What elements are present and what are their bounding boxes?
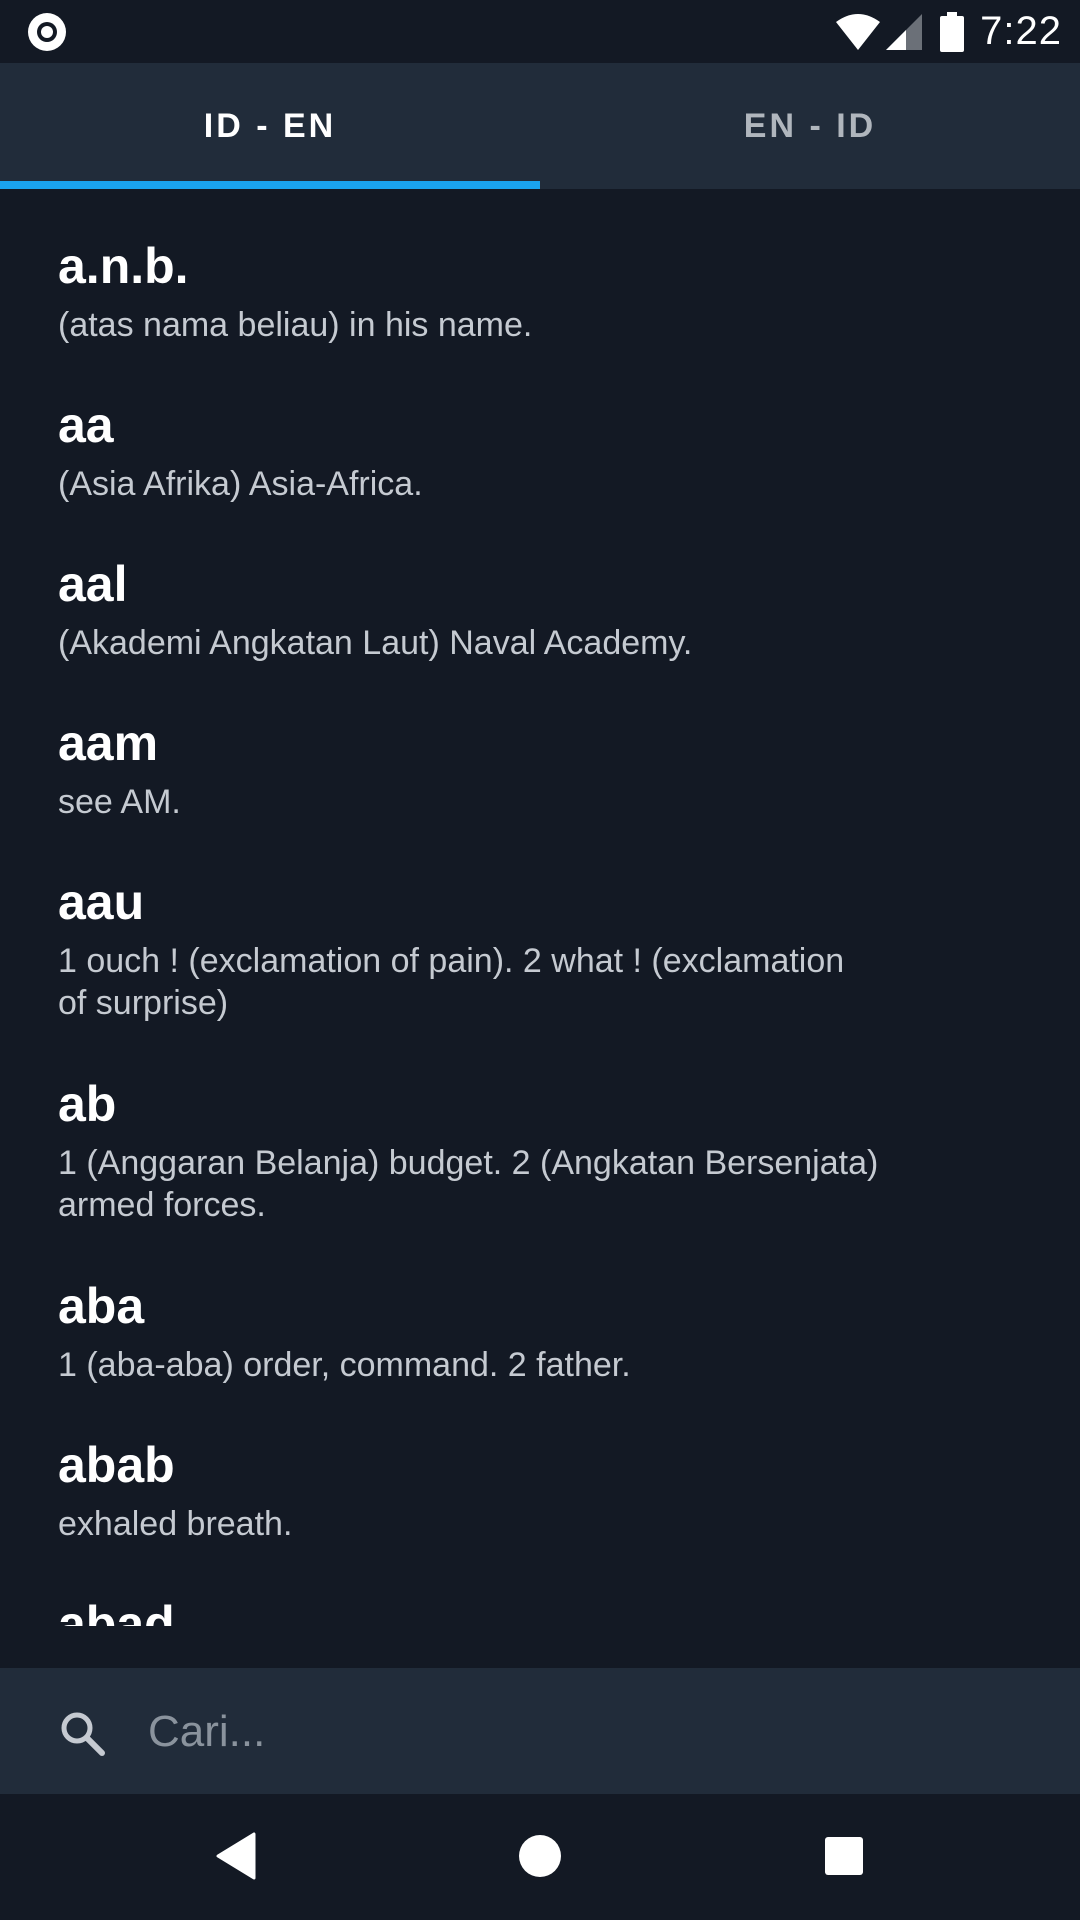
active-tab-indicator xyxy=(0,181,540,189)
list-item[interactable]: aba 1 (aba-aba) order, command. 2 father… xyxy=(58,1276,958,1386)
entry-word: a.n.b. xyxy=(58,238,189,294)
entry-word: abad xyxy=(58,1596,175,1626)
back-icon[interactable] xyxy=(216,1832,256,1880)
entry-definition: (Asia Afrika) Asia-Africa. xyxy=(58,465,423,503)
tab-en-id[interactable]: EN - ID xyxy=(540,63,1080,189)
entry-definition-line: of surprise) xyxy=(58,984,229,1022)
list-item[interactable]: aam see AM. xyxy=(58,713,958,823)
entry-definition-line: armed forces. xyxy=(58,1186,266,1224)
status-bar: 7:22 xyxy=(0,0,1080,63)
entry-word: aa xyxy=(58,397,114,453)
list-item[interactable]: aa (Asia Afrika) Asia-Africa. xyxy=(58,395,958,505)
tab-bar: ID - EN EN - ID xyxy=(0,63,1080,189)
list-item[interactable]: a.n.b. (atas nama beliau) in his name. xyxy=(58,236,958,346)
search-bar xyxy=(0,1668,1080,1794)
entry-definition: 1 (Anggaran Belanja) budget. 2 (Angkatan… xyxy=(58,1142,958,1226)
notification-dot-icon xyxy=(28,13,66,51)
list-item[interactable]: ab 1 (Anggaran Belanja) budget. 2 (Angka… xyxy=(58,1074,958,1226)
entry-definition: (Akademi Angkatan Laut) Naval Academy. xyxy=(58,624,693,662)
entry-word: aal xyxy=(58,556,128,612)
list-item[interactable]: abab exhaled breath. xyxy=(58,1435,958,1545)
status-icons: 7:22 xyxy=(834,0,1062,63)
entry-definition: 1 ouch ! (exclamation of pain). 2 what !… xyxy=(58,940,958,1024)
search-input[interactable] xyxy=(146,1698,1030,1766)
word-list[interactable]: a.n.b. (atas nama beliau) in his name. a… xyxy=(0,189,1080,1626)
list-item[interactable]: abad xyxy=(58,1594,958,1626)
search-icon xyxy=(61,1712,105,1756)
home-icon[interactable] xyxy=(518,1832,562,1880)
entry-definition-line: 1 ouch ! (exclamation of pain). 2 what !… xyxy=(58,942,845,980)
entry-word: abab xyxy=(58,1437,175,1493)
status-time: 7:22 xyxy=(980,9,1062,53)
entry-word: aam xyxy=(58,715,159,771)
battery-icon xyxy=(940,11,965,52)
navigation-bar xyxy=(0,1794,1080,1920)
entry-definition: exhaled breath. xyxy=(58,1505,293,1543)
entry-word: ab xyxy=(58,1076,117,1132)
wifi-icon xyxy=(836,13,881,50)
entry-definition: (atas nama beliau) in his name. xyxy=(58,306,533,344)
entry-definition-line: 1 (Anggaran Belanja) budget. 2 (Angkatan… xyxy=(58,1144,879,1182)
entry-definition: 1 (aba-aba) order, command. 2 father. xyxy=(58,1346,631,1384)
entry-definition: see AM. xyxy=(58,783,181,821)
tab-id-en[interactable]: ID - EN xyxy=(0,63,540,189)
entry-word: aau xyxy=(58,874,145,930)
signal-icon xyxy=(886,13,923,50)
list-item[interactable]: aau 1 ouch ! (exclamation of pain). 2 wh… xyxy=(58,872,958,1024)
list-item[interactable]: aal (Akademi Angkatan Laut) Naval Academ… xyxy=(58,554,958,664)
recents-icon[interactable] xyxy=(824,1832,864,1880)
entry-word: aba xyxy=(58,1278,145,1334)
